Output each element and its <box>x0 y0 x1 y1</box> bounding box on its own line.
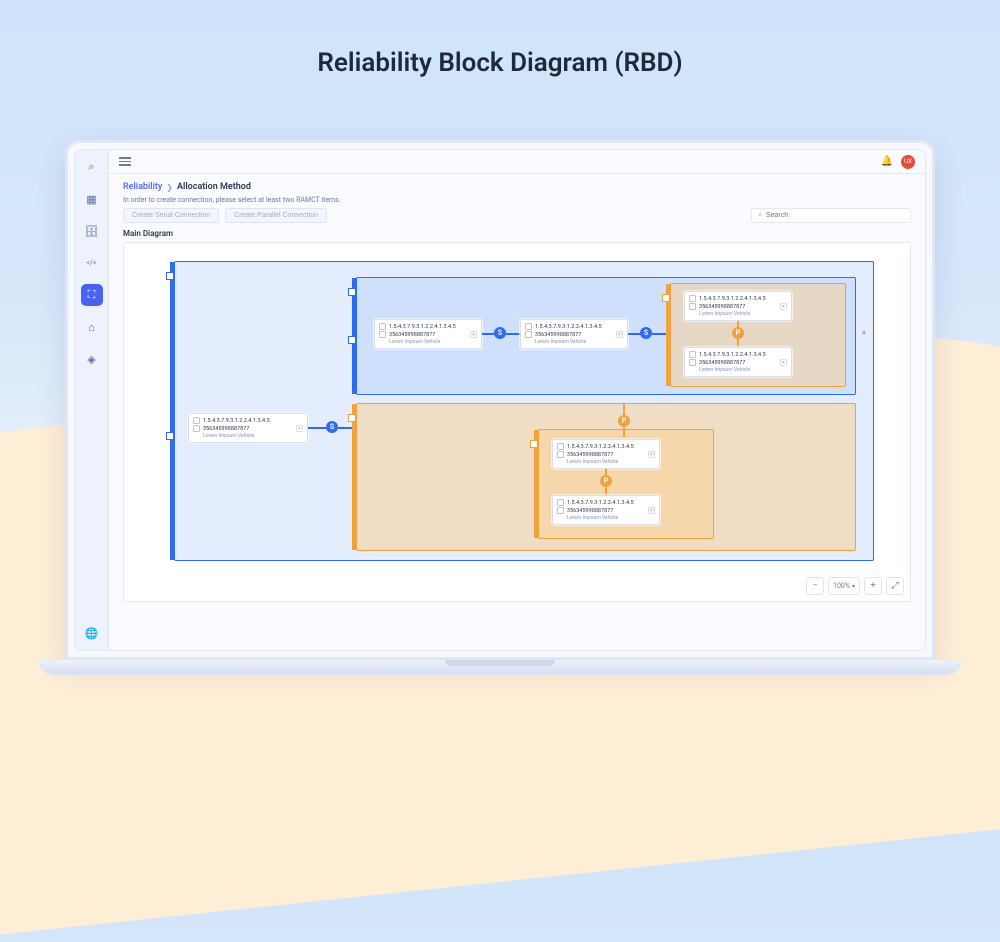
checkbox[interactable] <box>689 351 696 358</box>
block-id: 1.5.4.3.7.9.3.1.2.2.4.1.3.4.5 <box>699 352 787 358</box>
checkbox[interactable] <box>557 507 564 514</box>
block-serial: 356345998887877 <box>699 360 777 366</box>
zoom-in-button[interactable]: + <box>864 577 882 595</box>
block-desc: Lorem Impsum Vehicle <box>557 459 655 465</box>
briefcase-icon[interactable]: 🗄 <box>81 220 103 242</box>
chevron-right-icon: ❯ <box>166 183 173 192</box>
diagram-block[interactable]: 1.5.4.3.7.9.3.1.2.2.4.1.3.4.5 3563459988… <box>188 413 308 443</box>
fullscreen-button[interactable]: ⤢ <box>886 577 904 595</box>
block-serial: 356345998887877 <box>699 304 777 310</box>
diagram-block[interactable]: 1.5.4.3.7.9.3.1.2.2.4.1.3.4.5 3563459988… <box>552 495 660 525</box>
diagram-canvas[interactable]: 1.5.4.3.7.9.3.1.2.2.4.1.3.4.5 3563459988… <box>123 242 911 602</box>
zoom-controls: − 100%▾ + ⤢ <box>806 577 904 595</box>
search-icon: ⌕ <box>758 211 762 220</box>
diagram-block[interactable]: 1.5.4.3.7.9.3.1.2.2.4.1.3.4.5 3563459988… <box>552 439 660 469</box>
block-id: 1.5.4.3.7.9.3.1.2.2.4.1.3.4.5 <box>203 418 303 424</box>
close-icon[interactable]: × <box>296 425 303 432</box>
close-icon[interactable]: × <box>780 303 787 310</box>
bell-icon[interactable]: 🔔 <box>881 156 893 167</box>
breadcrumb: Reliability ❯ Allocation Method <box>123 182 911 192</box>
checkbox[interactable] <box>193 425 200 432</box>
block-desc: Lorem Impsum Vehicle <box>689 367 787 373</box>
checkbox[interactable] <box>525 331 532 338</box>
block-serial: 356345998887877 <box>567 452 645 458</box>
search-field[interactable] <box>766 212 904 219</box>
sidebar: ⌕ ▦ 🗄 </> ⛶ ⌂ ◈ 🌐 <box>75 150 109 650</box>
checkbox[interactable] <box>557 499 564 506</box>
block-desc: Lorem Impsum Vehicle <box>525 339 623 345</box>
checkbox[interactable] <box>557 443 564 450</box>
app-window: ⌕ ▦ 🗄 </> ⛶ ⌂ ◈ 🌐 🔔 UX <box>74 149 926 651</box>
home-icon[interactable]: ⌂ <box>81 316 103 338</box>
topbar: 🔔 UX <box>109 150 925 174</box>
avatar[interactable]: UX <box>901 155 915 169</box>
serial-connector[interactable]: S <box>640 327 652 339</box>
block-desc: Lorem Impsum Vehicle <box>193 433 303 439</box>
chevron-down-icon: ▾ <box>852 583 855 590</box>
serial-connector[interactable]: S <box>494 327 506 339</box>
cube-icon[interactable]: ◈ <box>81 348 103 370</box>
menu-icon[interactable] <box>119 157 131 166</box>
globe-icon[interactable]: 🌐 <box>81 622 103 644</box>
checkbox[interactable] <box>193 417 200 424</box>
breadcrumb-root[interactable]: Reliability <box>123 182 162 192</box>
diagram-block[interactable]: 1.5.4.3.7.9.3.1.2.2.4.1.3.4.5 3563459988… <box>374 319 482 349</box>
close-icon[interactable]: × <box>648 507 655 514</box>
close-icon[interactable]: × <box>862 329 866 337</box>
block-serial: 356345998887877 <box>389 332 467 338</box>
close-icon[interactable]: × <box>780 359 787 366</box>
checkbox[interactable] <box>689 295 696 302</box>
block-serial: 356345998887877 <box>535 332 613 338</box>
create-serial-button[interactable]: Create Serial Connection <box>123 208 219 223</box>
breadcrumb-current: Allocation Method <box>177 182 251 192</box>
diagram-icon[interactable]: ⛶ <box>81 284 103 306</box>
block-serial: 356345998887877 <box>567 508 645 514</box>
checkbox[interactable] <box>379 323 386 330</box>
create-parallel-button[interactable]: Create Parallel Connection <box>225 208 327 223</box>
instruction-text: In order to create connection, please se… <box>123 196 911 204</box>
zoom-out-button[interactable]: − <box>806 577 824 595</box>
dashboard-icon[interactable]: ▦ <box>81 188 103 210</box>
close-icon[interactable]: × <box>616 331 623 338</box>
section-title: Main Diagram <box>123 229 911 238</box>
close-icon[interactable]: × <box>648 451 655 458</box>
checkbox[interactable] <box>525 323 532 330</box>
laptop-mockup: ⌕ ▦ 🗄 </> ⛶ ⌂ ◈ 🌐 🔔 UX <box>65 140 935 676</box>
block-id: 1.5.4.3.7.9.3.1.2.2.4.1.3.4.5 <box>567 444 655 450</box>
checkbox[interactable] <box>379 331 386 338</box>
block-id: 1.5.4.3.7.9.3.1.2.2.4.1.3.4.5 <box>699 296 787 302</box>
diagram-block[interactable]: 1.5.4.3.7.9.3.1.2.2.4.1.3.4.5 3563459988… <box>520 319 628 349</box>
diagram-block[interactable]: 1.5.4.3.7.9.3.1.2.2.4.1.3.4.5 3563459988… <box>684 291 792 321</box>
close-icon[interactable]: × <box>470 331 477 338</box>
block-desc: Lorem Impsum Vehicle <box>689 311 787 317</box>
search-icon[interactable]: ⌕ <box>81 156 103 178</box>
block-desc: Lorem Impsum Vehicle <box>557 515 655 521</box>
block-id: 1.5.4.3.7.9.3.1.2.2.4.1.3.4.5 <box>535 324 623 330</box>
page-title: Reliability Block Diagram (RBD) <box>0 0 1000 78</box>
search-input[interactable]: ⌕ <box>751 208 911 223</box>
zoom-value[interactable]: 100%▾ <box>828 577 860 595</box>
checkbox[interactable] <box>689 359 696 366</box>
block-id: 1.5.4.3.7.9.3.1.2.2.4.1.3.4.5 <box>389 324 477 330</box>
block-serial: 356345998887877 <box>203 426 293 432</box>
block-desc: Lorem Impsum Vehicle <box>379 339 477 345</box>
checkbox[interactable] <box>557 451 564 458</box>
code-icon[interactable]: </> <box>81 252 103 274</box>
serial-connector[interactable]: S <box>326 421 338 433</box>
checkbox[interactable] <box>689 303 696 310</box>
diagram-block[interactable]: 1.5.4.3.7.9.3.1.2.2.4.1.3.4.5 3563459988… <box>684 347 792 377</box>
block-id: 1.5.4.3.7.9.3.1.2.2.4.1.3.4.5 <box>567 500 655 506</box>
